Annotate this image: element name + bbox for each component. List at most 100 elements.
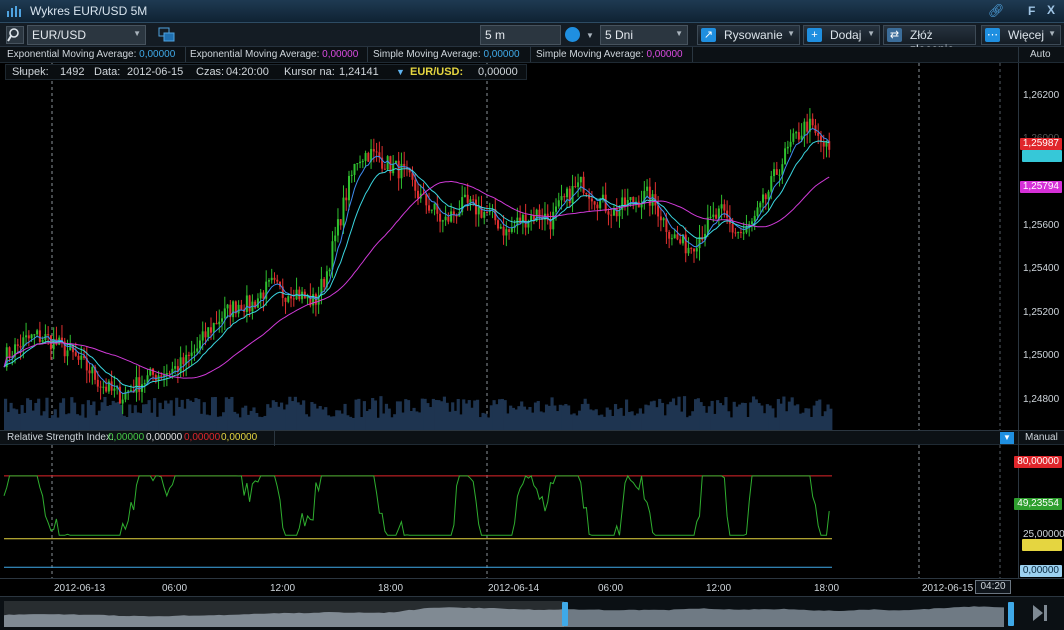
volume-bar	[575, 415, 579, 430]
volume-bar	[406, 400, 411, 430]
indicator-sma-2[interactable]: Simple Moving Average: 0,00000	[536, 49, 683, 60]
candle-body	[38, 330, 41, 342]
candle-body	[486, 211, 488, 213]
volume-bar	[73, 402, 77, 430]
candles	[5, 108, 831, 414]
interval-input[interactable]: 5 m	[480, 25, 561, 45]
volume-bar	[97, 410, 101, 430]
volume-bar	[520, 401, 524, 430]
volume-bar	[597, 415, 601, 430]
candle-body	[668, 231, 671, 239]
candle-body	[102, 386, 105, 388]
collapse-icon[interactable]: ▼	[396, 67, 405, 77]
indicator-sma-1[interactable]: Simple Moving Average: 0,00000	[373, 49, 520, 60]
volume-bar	[796, 404, 800, 430]
candle-body	[430, 209, 433, 211]
candle-body	[566, 188, 569, 198]
candle-body	[88, 370, 91, 374]
volume-bar	[155, 416, 159, 430]
indicator-ema-2[interactable]: Exponential Moving Average: 0,00000	[190, 49, 358, 60]
volume-bar	[746, 416, 750, 430]
volume-bar	[255, 413, 259, 430]
price-chart[interactable]	[0, 63, 1018, 430]
navigator-left-handle[interactable]	[562, 602, 568, 626]
search-icon[interactable]	[6, 26, 24, 44]
volume-bar	[70, 397, 74, 430]
candle-body	[803, 121, 806, 136]
indicator-value: 0,00000	[483, 49, 520, 60]
volume-bar	[511, 407, 515, 430]
chevron-down-icon[interactable]: ▼	[586, 31, 594, 40]
close-window-button[interactable]: X	[1047, 3, 1055, 17]
volume-bar	[45, 397, 49, 430]
skip-to-end-icon[interactable]	[1032, 604, 1048, 625]
candle-body	[30, 334, 33, 339]
link-icon[interactable]: 🔗︎	[988, 3, 1005, 19]
candle-body	[237, 304, 240, 314]
scale-mode-label[interactable]: Auto	[1030, 49, 1051, 60]
candle-body	[519, 217, 522, 224]
drawing-button[interactable]: ↗ Rysowanie ▼	[697, 25, 800, 45]
candle-body	[579, 176, 582, 183]
range-select[interactable]: 5 Dni ▼	[600, 25, 688, 45]
volume-bar	[506, 413, 510, 430]
place-order-button[interactable]: ⇄ Złóż zlecenie	[883, 25, 976, 56]
copy-windows-icon[interactable]	[158, 27, 176, 43]
volume-bar	[78, 415, 82, 430]
ema-fast-line	[3, 128, 830, 395]
volume-bar	[246, 414, 251, 430]
volume-bar	[459, 414, 463, 430]
volume-bar	[274, 401, 278, 430]
indicator-ema-1[interactable]: Exponential Moving Average: 0,00000	[7, 49, 175, 60]
window-title-bar[interactable]: Wykres EUR/USD 5M 🔗︎ F X	[0, 0, 1064, 23]
volume-bar	[169, 400, 173, 430]
volume-bar	[440, 401, 444, 430]
chevron-down-icon[interactable]: ▼	[1000, 432, 1014, 444]
volume-bar	[674, 405, 678, 430]
volume-bar	[558, 404, 562, 430]
symbol-select[interactable]: EUR/USD ▼	[27, 25, 146, 45]
volume-bar	[785, 411, 789, 430]
navigator-right-handle[interactable]	[1008, 602, 1014, 626]
volume-bar	[67, 413, 71, 430]
pair-label: EUR/USD:	[410, 66, 464, 78]
volume-bar	[702, 405, 706, 430]
volume-bar	[536, 401, 540, 430]
volume-bar	[553, 405, 557, 430]
float-window-button[interactable]: F	[1028, 4, 1035, 18]
rsi-chart[interactable]	[0, 445, 1018, 578]
volume-bar	[393, 414, 397, 430]
volume-bar	[418, 412, 422, 430]
rsi-line	[3, 474, 830, 536]
ema-slow-line	[3, 140, 830, 389]
rsi-title[interactable]: Relative Strength Index:	[7, 432, 114, 443]
volume-bar	[633, 415, 637, 430]
candle-body	[723, 204, 726, 211]
volume-bar	[625, 399, 629, 430]
volume-bar	[517, 406, 521, 430]
volume-bar	[727, 411, 731, 430]
volume-bar	[716, 400, 720, 430]
rsi-axis[interactable]: 80,00000 49,23554 25,00000 0,00000	[1014, 445, 1064, 578]
volume-bar	[233, 411, 237, 430]
candle-body	[190, 352, 193, 356]
volume-bar	[23, 412, 27, 430]
time-axis[interactable]: 2012-06-13 06:00 12:00 18:00 2012-06-14 …	[0, 578, 1064, 596]
candle-body	[505, 229, 508, 236]
clock-icon[interactable]	[565, 27, 580, 42]
candle-body	[248, 295, 251, 312]
candle-body	[135, 377, 138, 393]
add-button[interactable]: + Dodaj ▼	[803, 25, 880, 45]
price-axis[interactable]: 1,26200 1,26000 1,25600 1,25400 1,25200 …	[1018, 63, 1064, 430]
chart-navigator[interactable]	[0, 596, 1064, 630]
more-button[interactable]: ⋯ Więcej ▼	[981, 25, 1061, 45]
indicator-name: Exponential Moving Average:	[190, 49, 320, 60]
volume-bar	[498, 399, 502, 430]
time-tick: 18:00	[378, 583, 404, 594]
candle-body	[36, 330, 39, 335]
volume-bar	[53, 409, 57, 430]
candle-body	[817, 132, 820, 136]
rsi-scale-mode[interactable]: Manual	[1025, 432, 1058, 443]
candle-body	[336, 219, 339, 236]
candle-body	[345, 197, 348, 201]
